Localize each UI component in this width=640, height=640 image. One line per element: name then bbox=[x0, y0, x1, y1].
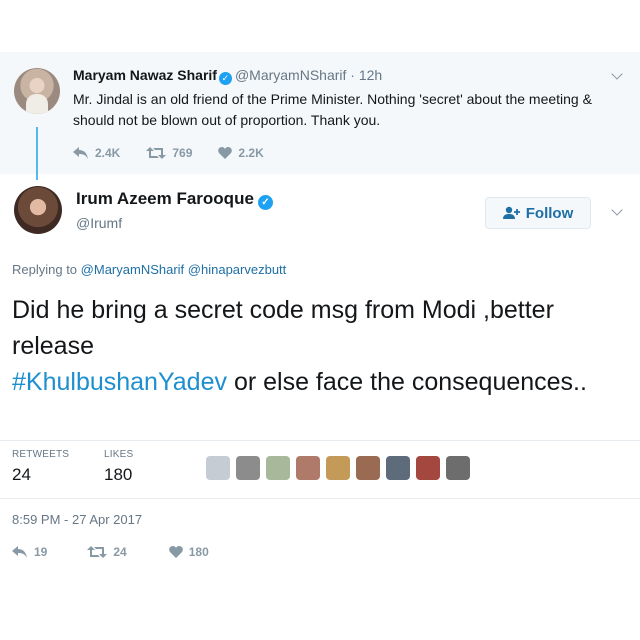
retweet-icon bbox=[87, 546, 108, 558]
liker-user-avatar[interactable] bbox=[386, 456, 410, 480]
likes-label: LIKES bbox=[104, 449, 134, 460]
parent-author-handle[interactable]: @MaryamNSharif bbox=[235, 67, 346, 83]
action-bar: 19 24 180 bbox=[12, 545, 235, 559]
parent-author-name[interactable]: Maryam Nawaz Sharif bbox=[73, 67, 217, 83]
parent-tweet-text: Mr. Jindal is an old friend of the Prime… bbox=[73, 91, 592, 128]
liker-user-avatar[interactable] bbox=[326, 456, 350, 480]
add-user-icon bbox=[502, 206, 520, 219]
parent-retweet-action[interactable]: 769 bbox=[146, 146, 192, 160]
author-name-line: Irum Azeem Farooque ✓ bbox=[76, 189, 276, 210]
hashtag-link[interactable]: #KhulbushanYadev bbox=[12, 368, 227, 396]
parent-avatar[interactable] bbox=[14, 68, 60, 114]
replying-to-label: Replying to bbox=[12, 262, 78, 277]
retweet-icon bbox=[146, 147, 167, 159]
liker-user-avatar[interactable] bbox=[416, 456, 440, 480]
retweet-count: 24 bbox=[113, 545, 127, 559]
retweets-label: RETWEETS bbox=[12, 449, 70, 460]
verified-icon: ✓ bbox=[257, 195, 273, 210]
more-chevron-down-icon[interactable] bbox=[611, 204, 623, 216]
retweet-action[interactable]: 24 bbox=[87, 545, 127, 559]
heart-icon bbox=[218, 147, 233, 159]
tweet-text-part: or else face the consequences.. bbox=[227, 368, 587, 396]
reply-count: 19 bbox=[34, 545, 48, 559]
verified-icon: ✓ bbox=[218, 72, 232, 85]
liker-user-avatar[interactable] bbox=[296, 456, 320, 480]
liker-user-avatar[interactable] bbox=[446, 456, 470, 480]
liker-user-avatar[interactable] bbox=[356, 456, 380, 480]
author-avatar[interactable] bbox=[14, 186, 62, 234]
reply-icon bbox=[12, 546, 27, 558]
tweet-timestamp[interactable]: 8:59 PM - 27 Apr 2017 bbox=[12, 512, 142, 527]
author-handle[interactable]: @Irumf bbox=[76, 215, 122, 231]
retweets-count[interactable]: 24 bbox=[12, 465, 31, 485]
replying-to-line: Replying to @MaryamNSharif @hinaparvezbu… bbox=[12, 262, 286, 277]
divider bbox=[0, 498, 640, 499]
parent-author-line: Maryam Nawaz Sharif ✓ @MaryamNSharif · 12h bbox=[73, 67, 382, 85]
tweet-text-part: Did he bring a secret code msg from Modi… bbox=[12, 296, 554, 360]
reply-icon bbox=[73, 147, 88, 159]
thread-connector-line bbox=[36, 127, 38, 180]
divider bbox=[0, 440, 640, 441]
parent-reply-count: 2.4K bbox=[95, 146, 121, 160]
reply-action[interactable]: 19 bbox=[12, 545, 47, 559]
mention-link[interactable]: @hinaparvezbutt bbox=[188, 262, 286, 277]
parent-like-action[interactable]: 2.2K bbox=[218, 146, 264, 160]
liker-default-avatar[interactable] bbox=[206, 456, 230, 480]
mention-link[interactable]: @MaryamNSharif bbox=[81, 262, 185, 277]
parent-like-count: 2.2K bbox=[238, 146, 264, 160]
parent-reply-action[interactable]: 2.4K bbox=[73, 146, 120, 160]
tweet-text: Did he bring a secret code msg from Modi… bbox=[12, 292, 612, 400]
heart-icon bbox=[168, 546, 183, 558]
author-name[interactable]: Irum Azeem Farooque bbox=[76, 189, 254, 208]
liker-user-avatar[interactable] bbox=[236, 456, 260, 480]
parent-retweet-count: 769 bbox=[172, 146, 193, 160]
follow-button-label: Follow bbox=[525, 204, 574, 222]
like-action[interactable]: 180 bbox=[168, 545, 209, 559]
like-count: 180 bbox=[188, 545, 209, 559]
likes-count[interactable]: 180 bbox=[104, 465, 132, 485]
parent-action-bar: 2.4K 769 2.2K bbox=[73, 146, 290, 160]
follow-button[interactable]: Follow bbox=[485, 197, 591, 229]
liker-user-avatar[interactable] bbox=[266, 456, 290, 480]
parent-tweet-time[interactable]: · 12h bbox=[350, 67, 382, 83]
